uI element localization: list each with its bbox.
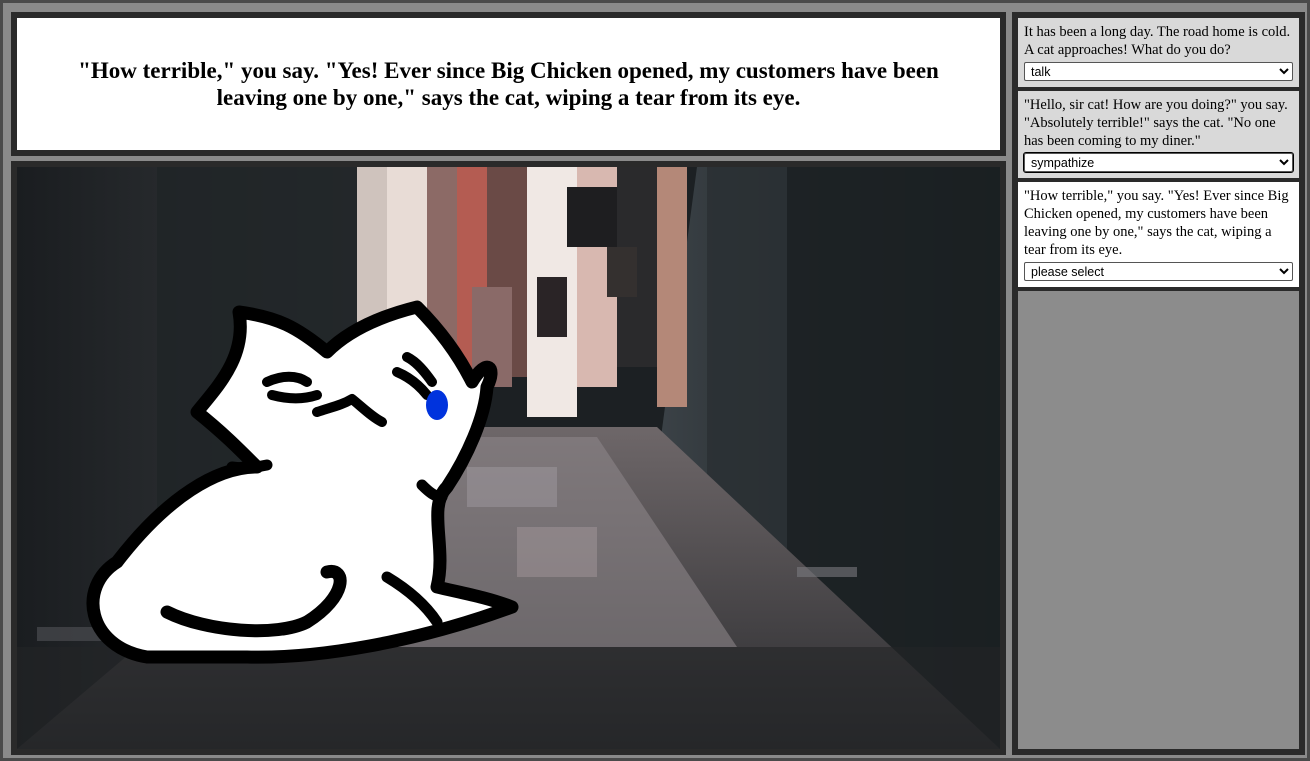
game-frame: "How terrible," you say. "Yes! Ever sinc… bbox=[0, 0, 1310, 761]
narration-text: "How terrible," you say. "Yes! Ever sinc… bbox=[78, 58, 939, 110]
story-log: It has been a long day. The road home is… bbox=[1012, 12, 1305, 755]
log-entry-text: "How terrible," you say. "Yes! Ever sinc… bbox=[1024, 188, 1289, 258]
log-entry: "Hello, sir cat! How are you doing?" you… bbox=[1018, 91, 1299, 182]
log-entry: It has been a long day. The road home is… bbox=[1018, 18, 1299, 91]
log-entry-text: "Hello, sir cat! How are you doing?" you… bbox=[1024, 97, 1288, 149]
log-entry-current: "How terrible," you say. "Yes! Ever sinc… bbox=[1018, 182, 1299, 291]
choice-select[interactable]: sympathize bbox=[1023, 152, 1294, 173]
choice-select[interactable]: please select bbox=[1024, 262, 1293, 281]
tear-drop bbox=[426, 390, 448, 420]
log-entry-text: It has been a long day. The road home is… bbox=[1024, 24, 1291, 58]
choice-select[interactable]: talk bbox=[1024, 62, 1293, 81]
scene-view bbox=[11, 161, 1006, 755]
scene-illustration bbox=[17, 167, 1000, 749]
narration-box: "How terrible," you say. "Yes! Ever sinc… bbox=[9, 10, 1008, 158]
